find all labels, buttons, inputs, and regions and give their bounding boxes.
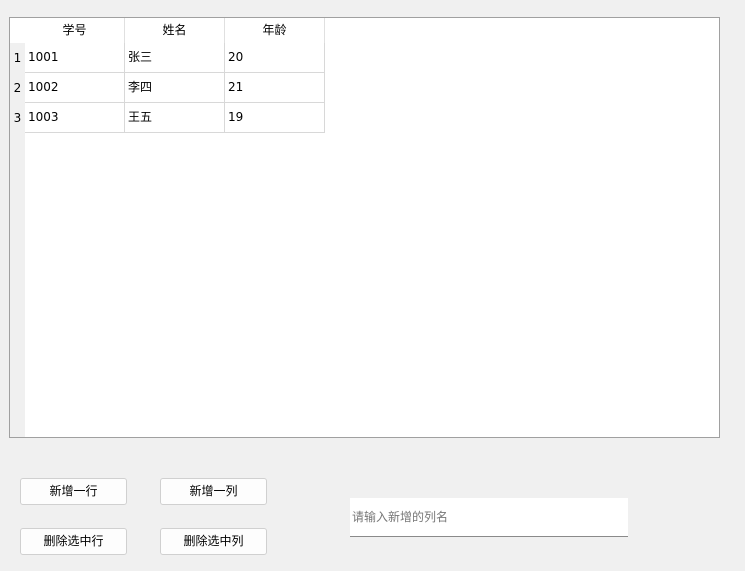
column-header-age[interactable]: 年龄 — [225, 18, 325, 43]
row-header-1[interactable]: 1 — [10, 43, 25, 73]
table-cell[interactable]: 19 — [225, 103, 325, 133]
table-view[interactable]: 学号 姓名 年龄 1 2 3 1001 张三 20 1002 李四 21 100… — [9, 17, 720, 438]
add-row-button[interactable]: 新增一行 — [20, 478, 127, 505]
table-cell[interactable]: 1002 — [25, 73, 125, 103]
delete-selected-column-button[interactable]: 删除选中列 — [160, 528, 267, 555]
table-cell[interactable]: 1001 — [25, 43, 125, 73]
table-corner-button[interactable] — [10, 18, 25, 43]
table-cell[interactable]: 20 — [225, 43, 325, 73]
vertical-header: 1 2 3 — [10, 43, 25, 437]
add-column-button[interactable]: 新增一列 — [160, 478, 267, 505]
table-cell[interactable]: 21 — [225, 73, 325, 103]
main-window: 学号 姓名 年龄 1 2 3 1001 张三 20 1002 李四 21 100… — [0, 0, 745, 571]
table-cell[interactable]: 李四 — [125, 73, 225, 103]
column-header-name[interactable]: 姓名 — [125, 18, 225, 43]
table-cell[interactable]: 张三 — [125, 43, 225, 73]
delete-selected-row-button[interactable]: 删除选中行 — [20, 528, 127, 555]
row-header-2[interactable]: 2 — [10, 73, 25, 103]
table-cell[interactable]: 1003 — [25, 103, 125, 133]
row-header-3[interactable]: 3 — [10, 103, 25, 133]
column-header-student-id[interactable]: 学号 — [25, 18, 125, 43]
table-cell[interactable]: 王五 — [125, 103, 225, 133]
new-column-name-input[interactable] — [350, 498, 628, 537]
